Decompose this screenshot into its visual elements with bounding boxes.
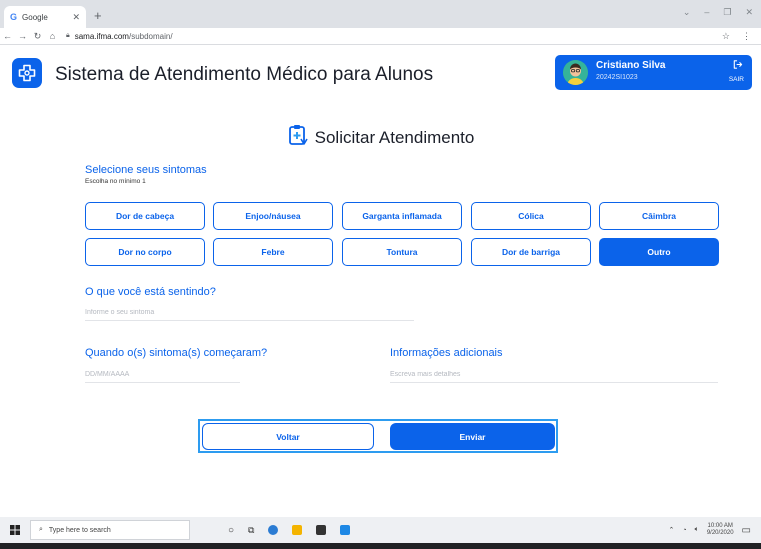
symptom-button-tontura[interactable]: Tontura	[342, 238, 462, 266]
close-window-button[interactable]: ✕	[745, 7, 753, 18]
page-viewport: Sistema de Atendimento Médico para Aluno…	[0, 45, 761, 517]
symptom-button-febre[interactable]: Febre	[213, 238, 333, 266]
taskbar: ⌕ Type here to search ○ ⧉ ⌃ ◔ 🔈︎ 10:00 A…	[0, 517, 761, 543]
form-header: Solicitar Atendimento	[0, 123, 761, 152]
symptom-button-dor-de-barriga[interactable]: Dor de barriga	[471, 238, 591, 266]
browser-tab-bar: G Google ✕ + ⌄ – ❐ ✕	[0, 0, 761, 28]
tab-title: Google	[22, 12, 48, 22]
file-explorer-icon[interactable]	[292, 525, 303, 535]
symptom-button-colica[interactable]: Cólica	[471, 202, 591, 230]
symptoms-label: Selecione seus sintomas	[85, 164, 207, 176]
symptom-button-dor-de-cabeca[interactable]: Dor de cabeça	[85, 202, 205, 230]
lock-icon: 🔒︎	[66, 32, 70, 39]
url-host: sama.ifma.com	[74, 31, 129, 41]
forward-icon[interactable]: →	[15, 31, 30, 41]
minimize-button[interactable]: –	[704, 7, 709, 18]
user-id: 20242SI1023	[596, 74, 638, 81]
logout-button[interactable]: SAIR	[729, 76, 744, 83]
start-date-label: Quando o(s) sintoma(s) começaram?	[85, 347, 268, 359]
chevron-down-icon[interactable]: ⌄	[683, 7, 691, 18]
notifications-icon[interactable]: ▭	[742, 525, 751, 536]
back-icon[interactable]: ←	[0, 31, 15, 41]
form-title: Solicitar Atendimento	[314, 127, 475, 147]
clock-date: 9/20/2020	[706, 530, 734, 536]
clipboard-medical-icon	[287, 123, 309, 152]
clock-time: 10:00 AM	[707, 522, 733, 529]
symptom-button-garganta-inflamada[interactable]: Garganta inflamada	[342, 202, 462, 230]
search-icon: ⌕	[39, 526, 43, 533]
cortana-icon[interactable]: ○	[228, 525, 234, 536]
store-icon[interactable]	[316, 525, 327, 535]
google-favicon-icon: G	[10, 12, 18, 22]
user-name: Cristiano Silva	[596, 60, 666, 71]
address-bar: ← → ↻ ⌂ 🔒︎ sama.ifma.com/subdomain/ ☆ ⋮	[0, 28, 761, 45]
tab-close-icon[interactable]: ✕	[72, 12, 80, 23]
browser-menu-icon[interactable]: ⋮	[742, 31, 751, 42]
url-path: /subdomain/	[128, 31, 173, 41]
tray-chevron-icon[interactable]: ⌃	[669, 526, 675, 534]
send-button[interactable]: Enviar	[390, 423, 555, 450]
medical-cross-logo-icon	[12, 58, 42, 88]
screen-bottom-edge	[0, 543, 761, 549]
symptoms-hint: Escolha no mínimo 1	[85, 178, 146, 185]
avatar	[563, 60, 588, 85]
volume-icon[interactable]: 🔈︎	[695, 526, 699, 534]
reload-icon[interactable]: ↻	[30, 31, 45, 42]
user-card: Cristiano Silva 20242SI1023 SAIR	[555, 55, 752, 90]
start-date-input[interactable]	[85, 371, 240, 383]
form-actions: Voltar Enviar	[198, 419, 558, 453]
back-button[interactable]: Voltar	[202, 423, 374, 450]
additional-info-label: Informações adicionais	[390, 347, 503, 359]
edge-browser-icon[interactable]	[268, 525, 279, 535]
symptom-button-enjoo-nausea[interactable]: Enjoo/náusea	[213, 202, 333, 230]
task-view-icon[interactable]: ⧉	[248, 525, 254, 536]
mail-icon[interactable]	[340, 525, 351, 535]
app-title: Sistema de Atendimento Médico para Aluno…	[55, 64, 434, 85]
clock[interactable]: 10:00 AM 9/20/2020	[707, 523, 734, 538]
symptom-button-outro[interactable]: Outro	[599, 238, 719, 266]
home-icon[interactable]: ⌂	[45, 31, 60, 41]
windows-start-icon[interactable]	[0, 525, 30, 535]
restore-button[interactable]: ❐	[723, 7, 731, 18]
symptom-button-caimbra[interactable]: Câimbra	[599, 202, 719, 230]
new-tab-button[interactable]: +	[94, 8, 102, 23]
bookmark-star-icon[interactable]: ☆	[722, 31, 730, 42]
taskbar-search[interactable]: ⌕ Type here to search	[30, 520, 190, 540]
symptom-input[interactable]	[85, 309, 414, 321]
feeling-label: O que você está sentindo?	[85, 286, 216, 298]
network-icon[interactable]: ◔	[682, 527, 686, 534]
symptom-button-dor-no-corpo[interactable]: Dor no corpo	[85, 238, 205, 266]
browser-tab[interactable]: G Google ✕	[4, 6, 86, 28]
additional-info-input[interactable]	[390, 371, 718, 383]
window-controls: ⌄ – ❐ ✕	[683, 7, 753, 18]
logout-icon[interactable]	[732, 59, 743, 73]
taskbar-search-placeholder: Type here to search	[48, 526, 111, 534]
url-field[interactable]: 🔒︎ sama.ifma.com/subdomain/	[66, 32, 173, 41]
